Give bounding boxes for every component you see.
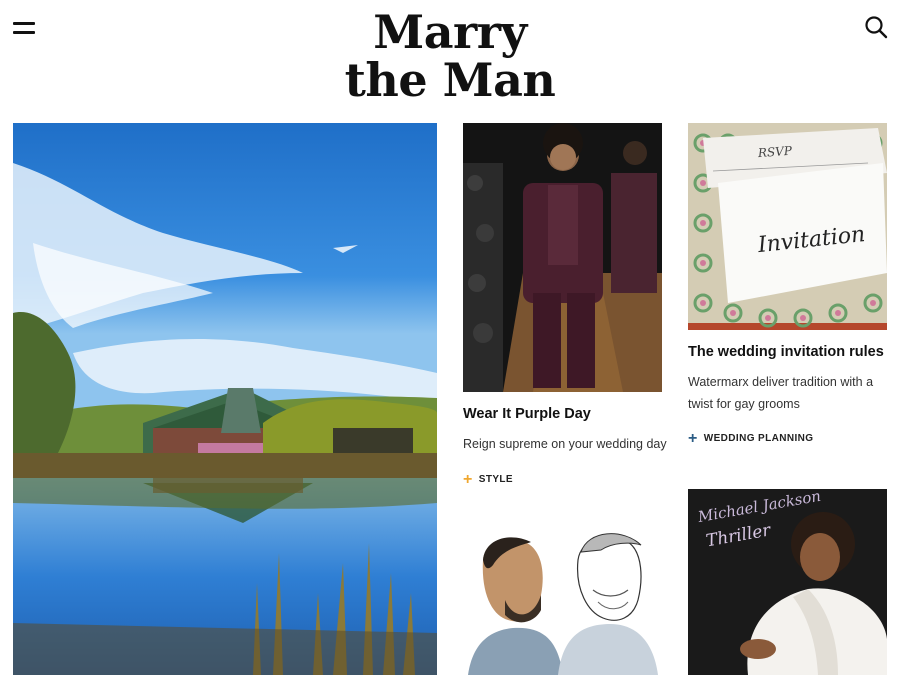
card-image-couple-illustration[interactable]: [463, 520, 662, 675]
card-title-invitation-rules[interactable]: The wedding invitation rules: [688, 344, 884, 360]
runway-illustration: [463, 123, 662, 392]
card-description-line-2: twist for gay grooms: [688, 397, 800, 411]
card-image-invitation[interactable]: Invitation RSVP: [688, 123, 887, 330]
hero-image-lake-lodge[interactable]: [13, 123, 437, 675]
tag-label: STYLE: [478, 474, 513, 485]
site-logo[interactable]: Marry the Man: [300, 8, 600, 104]
menu-button[interactable]: [13, 20, 35, 36]
hamburger-line: [13, 22, 35, 25]
logo-line-2: the Man: [344, 53, 556, 107]
logo-line-1: Marry: [373, 5, 527, 59]
plus-icon: +: [688, 429, 698, 447]
card-description-line-1: Watermarx deliver tradition with a: [688, 375, 874, 389]
card-image-runway[interactable]: [463, 123, 662, 392]
plus-icon: +: [463, 470, 473, 488]
rsvp-script: RSVP: [756, 144, 793, 160]
tag-wedding-planning[interactable]: + WEDDING PLANNING: [688, 429, 814, 447]
search-icon: [865, 16, 888, 39]
hamburger-line: [13, 31, 35, 34]
couple-illustration: [463, 520, 662, 675]
card-image-thriller-album[interactable]: Michael Jackson Thriller: [688, 489, 887, 675]
invitation-illustration: Invitation RSVP: [688, 123, 887, 330]
card-title-wear-it-purple[interactable]: Wear It Purple Day: [463, 406, 591, 422]
tag-style[interactable]: + STYLE: [463, 470, 513, 488]
thriller-album-illustration: Michael Jackson Thriller: [688, 489, 887, 675]
tag-label: WEDDING PLANNING: [703, 433, 814, 444]
card-description: Reign supreme on your wedding day: [463, 437, 667, 451]
lake-lodge-illustration: [13, 123, 437, 675]
search-button[interactable]: [864, 15, 888, 39]
